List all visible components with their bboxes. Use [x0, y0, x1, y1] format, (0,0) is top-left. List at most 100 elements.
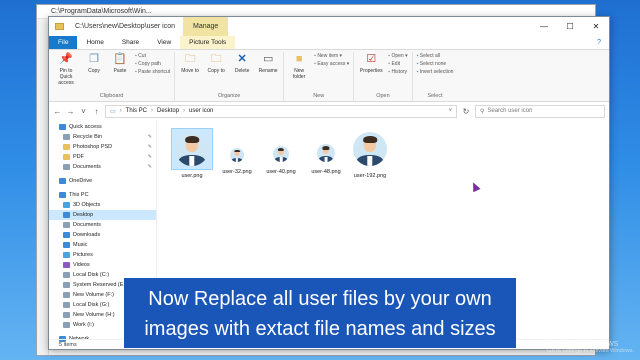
nav-item-pictures[interactable]: Pictures — [49, 250, 156, 260]
nav-folder-icon — [63, 144, 70, 150]
maximize-button[interactable]: ☐ — [557, 17, 583, 36]
file-user-48-png[interactable]: user-48.png — [303, 128, 349, 175]
folder-icon — [55, 23, 64, 30]
paste-button[interactable]: 📋 Paste — [109, 52, 131, 75]
file-user-png[interactable]: user.png — [169, 128, 215, 179]
copy-to-label: Copy to — [207, 68, 225, 74]
select-all-button[interactable]: Select all — [417, 53, 454, 59]
open-button[interactable]: Open ▾ — [388, 53, 407, 59]
nav-item-label: New Volume (H:) — [73, 312, 115, 318]
tab-file[interactable]: File — [49, 36, 78, 49]
file-name: user-32.png — [222, 169, 252, 175]
recent-dropdown-icon[interactable]: ˅ — [79, 107, 88, 116]
nav-folder-icon — [63, 134, 70, 140]
tab-share[interactable]: Share — [113, 36, 148, 49]
file-name: user-40.png — [266, 169, 296, 175]
minimize-button[interactable]: — — [531, 17, 557, 36]
close-button[interactable]: ✕ — [583, 17, 609, 36]
titlebar: C:\Users\new\Desktop\user icon Manage — … — [49, 17, 609, 36]
search-placeholder: Search user icon — [487, 108, 533, 114]
user-avatar-icon — [353, 132, 387, 166]
nav-item-3d-objects[interactable]: 3D Objects — [49, 200, 156, 210]
new-item-button[interactable]: New item ▾ — [314, 53, 349, 59]
nav-item-documents[interactable]: Documents — [49, 220, 156, 230]
file-user-192-png[interactable]: user-192.png — [347, 128, 393, 179]
edit-button[interactable]: Edit — [388, 61, 407, 67]
new-group-label: New — [313, 93, 325, 99]
back-arrow-icon[interactable]: ← — [53, 107, 62, 116]
open-group-label: Open — [376, 93, 390, 99]
tab-view[interactable]: View — [148, 36, 180, 49]
nav-item-label: Pictures — [73, 252, 93, 258]
select-none-button[interactable]: Select none — [417, 61, 454, 67]
new-folder-button[interactable]: ■ New folder — [288, 52, 310, 81]
nav-folder-icon — [59, 192, 66, 198]
nav-item-label: New Volume (F:) — [73, 292, 114, 298]
forward-arrow-icon[interactable]: → — [66, 107, 75, 116]
properties-button[interactable]: ☑ Properties — [358, 52, 384, 75]
nav-item-label: Documents — [73, 222, 101, 228]
delete-button[interactable]: ✕ Delete — [231, 52, 253, 75]
nav-item-this-pc[interactable]: This PC — [49, 190, 156, 200]
select-group: Select all Select none Invert selection … — [413, 52, 458, 101]
nav-folder-icon — [63, 212, 70, 218]
nav-item-label: Desktop — [73, 212, 94, 218]
nav-item-pdf[interactable]: PDF ✎ — [49, 152, 156, 162]
nav-item-label: PDF — [73, 154, 84, 160]
pin-quick-access-button[interactable]: 📌 Pin to Quick access — [53, 52, 79, 87]
nav-item-downloads[interactable]: Downloads — [49, 230, 156, 240]
refresh-icon[interactable]: ↻ — [461, 107, 471, 116]
breadcrumb-user-icon[interactable]: user icon — [189, 108, 213, 114]
move-to-button[interactable]: 🗀 Move to — [179, 52, 201, 75]
nav-item-desktop[interactable]: Desktop — [49, 210, 156, 220]
delete-label: Delete — [234, 68, 250, 74]
new-folder-label: New folder — [292, 68, 306, 80]
delete-icon: ✕ — [237, 53, 247, 65]
nav-folder-icon — [63, 272, 70, 278]
nav-item-label: Music — [73, 242, 88, 248]
properties-label: Properties — [359, 68, 383, 74]
rename-icon: ▭ — [262, 53, 274, 65]
clipboard-group: 📌 Pin to Quick access ❐ Copy 📋 Paste Cut… — [49, 52, 176, 101]
move-to-label: Move to — [181, 68, 200, 74]
tutorial-caption: Now Replace all user files by your own i… — [124, 278, 516, 348]
nav-item-onedrive[interactable]: OneDrive — [49, 176, 156, 186]
copy-button[interactable]: ❐ Copy — [83, 52, 105, 75]
search-input[interactable]: ⚲ Search user icon — [475, 104, 605, 118]
nav-item-recycle-bin[interactable]: Recycle Bin ✎ — [49, 132, 156, 142]
file-user-40-png[interactable]: user-40.png — [258, 128, 304, 175]
nav-item-documents[interactable]: Documents ✎ — [49, 162, 156, 172]
address-dropdown-icon[interactable]: ˅ — [448, 108, 452, 114]
breadcrumb-this-pc[interactable]: This PC — [126, 108, 147, 114]
help-icon[interactable]: ? — [589, 36, 609, 49]
nav-item-photoshop-psd[interactable]: Photoshop PSD ✎ — [49, 142, 156, 152]
background-window-path: C:\ProgramData\Microsoft\Win... — [51, 8, 152, 15]
tab-home[interactable]: Home — [77, 36, 112, 49]
tab-picture-tools[interactable]: Picture Tools — [180, 36, 236, 49]
breadcrumb-desktop[interactable]: Desktop — [157, 108, 179, 114]
rename-button[interactable]: ▭ Rename — [257, 52, 279, 75]
paste-shortcut-button[interactable]: Paste shortcut — [135, 69, 170, 75]
cut-button[interactable]: Cut — [135, 53, 170, 59]
nav-item-label: Quick access — [69, 124, 102, 130]
nav-item-label: Photoshop PSD — [73, 144, 113, 150]
user-avatar-icon — [230, 148, 244, 162]
nav-folder-icon — [63, 154, 70, 160]
copy-path-button[interactable]: Copy path — [135, 61, 170, 67]
history-button[interactable]: History — [388, 69, 407, 75]
file-name: user-48.png — [311, 169, 341, 175]
address-bar[interactable]: ▭ › This PC › Desktop › user icon ˅ — [105, 104, 457, 118]
invert-selection-button[interactable]: Invert selection — [417, 69, 454, 75]
pin-label: Pin to Quick access — [58, 68, 74, 86]
nav-item-videos[interactable]: Videos — [49, 260, 156, 270]
copy-to-button[interactable]: 🗀 Copy to — [205, 52, 227, 75]
easy-access-button[interactable]: Easy access ▾ — [314, 61, 349, 67]
nav-folder-icon — [63, 232, 70, 238]
copy-to-icon: 🗀 — [210, 53, 222, 65]
nav-item-music[interactable]: Music — [49, 240, 156, 250]
nav-item-quick-access[interactable]: Quick access — [49, 122, 156, 132]
items-count: 5 items — [59, 342, 77, 348]
nav-folder-icon — [63, 282, 70, 288]
up-arrow-icon[interactable]: ↑ — [92, 107, 101, 116]
file-user-32-png[interactable]: user-32.png — [214, 128, 260, 175]
